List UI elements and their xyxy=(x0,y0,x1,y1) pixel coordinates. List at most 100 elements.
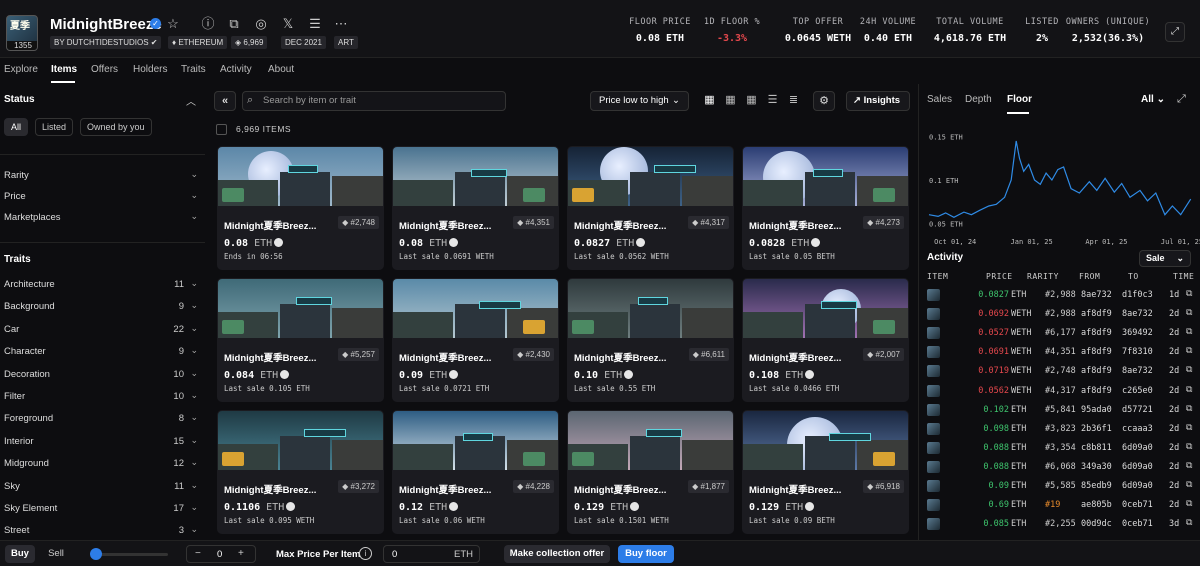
filter-price[interactable]: Price ⌄ xyxy=(4,190,198,202)
tab-items[interactable]: Items xyxy=(51,64,77,75)
status-option-2[interactable]: Owned by you xyxy=(80,118,152,136)
sale-from[interactable]: 95ada0 xyxy=(1081,405,1112,415)
sale-to[interactable]: 6d09a0 xyxy=(1122,481,1153,491)
sale-to[interactable]: 369492 xyxy=(1122,328,1153,338)
sweep-slider-track[interactable] xyxy=(92,553,168,556)
item-thumbnail[interactable] xyxy=(927,460,940,473)
activity-row[interactable]: 0.102 ETH #5,841 95ada0 d57721 2d ⧉ xyxy=(919,401,1200,420)
item-image[interactable] xyxy=(393,147,558,206)
sale-from[interactable]: 8ae732 xyxy=(1081,290,1112,300)
item-image[interactable] xyxy=(743,279,908,338)
tab-explore[interactable]: Explore xyxy=(4,64,38,75)
trait-character[interactable]: Character 9 ⌄ xyxy=(4,345,198,357)
trait-decoration[interactable]: Decoration 10 ⌄ xyxy=(4,368,198,380)
sale-to[interactable]: 8ae732 xyxy=(1122,366,1153,376)
filter-marketplaces[interactable]: Marketplaces ⌄ xyxy=(4,211,198,223)
info-icon[interactable]: ⓘ xyxy=(201,17,215,31)
collection-offer-button[interactable]: Make collection offer xyxy=(504,545,610,563)
item-thumbnail[interactable] xyxy=(927,327,940,340)
list-icon[interactable]: ☰ xyxy=(766,94,779,107)
sort-dropdown[interactable]: Price low to high ⌄ xyxy=(590,91,689,111)
buy-floor-button[interactable]: Buy floor xyxy=(618,545,674,563)
buy-tab[interactable]: Buy xyxy=(5,545,35,563)
expand-chart-icon[interactable]: ⤢ xyxy=(1177,93,1186,106)
item-thumbnail[interactable] xyxy=(927,365,940,378)
sale-from[interactable]: af8df9 xyxy=(1081,366,1112,376)
activity-row[interactable]: 0.0692 WETH #2,988 af8df9 8ae732 2d ⧉ xyxy=(919,305,1200,324)
item-card[interactable]: Midnight夏季Breez... ◆ #4,273 0.0828 ETH Last… xyxy=(742,146,909,270)
sweep-slider-handle[interactable] xyxy=(90,548,102,560)
tab-offers[interactable]: Offers xyxy=(91,64,118,75)
external-link-icon[interactable]: ⧉ xyxy=(1186,289,1192,299)
trait-foreground[interactable]: Foreground 8 ⌄ xyxy=(4,412,198,424)
item-card[interactable]: Midnight夏季Breez... ◆ #2,430 0.09 ETH Last s… xyxy=(392,278,559,402)
sale-to[interactable]: 6d09a0 xyxy=(1122,462,1153,472)
chart-tab-floor[interactable]: Floor xyxy=(1007,94,1032,105)
activity-row[interactable]: 0.09 ETH #5,585 85edb9 6d09a0 2d ⧉ xyxy=(919,477,1200,496)
grid-medium-icon[interactable]: ▦ xyxy=(724,94,737,107)
sale-from[interactable]: 85edb9 xyxy=(1081,481,1112,491)
item-image[interactable] xyxy=(218,279,383,338)
item-image[interactable] xyxy=(568,147,733,206)
select-all-checkbox[interactable] xyxy=(216,124,227,135)
info-icon[interactable]: i xyxy=(359,547,372,560)
sale-from[interactable]: 00d9dc xyxy=(1081,519,1112,529)
activity-row[interactable]: 0.0527 WETH #6,177 af8df9 369492 2d ⧉ xyxy=(919,324,1200,343)
sale-from[interactable]: af8df9 xyxy=(1081,386,1112,396)
activity-row[interactable]: 0.098 ETH #3,823 2b36f1 ccaaa3 2d ⧉ xyxy=(919,420,1200,439)
activity-row[interactable]: 0.69 ETH #19 ae805b 0ceb71 2d ⧉ xyxy=(919,496,1200,515)
opensea-menu-icon[interactable]: ☰ xyxy=(308,17,322,31)
trait-background[interactable]: Background 9 ⌄ xyxy=(4,300,198,312)
item-image[interactable] xyxy=(743,147,908,206)
globe-icon[interactable]: ◎ xyxy=(254,17,268,31)
external-link-icon[interactable]: ⧉ xyxy=(1186,518,1192,528)
trait-architecture[interactable]: Architecture 11 ⌄ xyxy=(4,278,198,290)
sell-tab[interactable]: Sell xyxy=(40,545,72,563)
sale-to[interactable]: d1f0c3 xyxy=(1122,290,1153,300)
external-link-icon[interactable]: ⧉ xyxy=(1186,461,1192,471)
sale-from[interactable]: 2b36f1 xyxy=(1081,424,1112,434)
item-image[interactable] xyxy=(393,279,558,338)
external-link-icon[interactable]: ⧉ xyxy=(1186,499,1192,509)
status-option-0[interactable]: All xyxy=(4,118,29,136)
external-link-icon[interactable]: ⧉ xyxy=(1186,423,1192,433)
item-thumbnail[interactable] xyxy=(927,518,940,531)
item-card[interactable]: Midnight夏季Breez... ◆ #6,611 0.10 ETH Last s… xyxy=(567,278,734,402)
item-thumbnail[interactable] xyxy=(927,441,940,454)
item-thumbnail[interactable] xyxy=(927,403,940,416)
settings-gear-icon[interactable]: ⚙ xyxy=(813,91,835,111)
item-card[interactable]: Midnight夏季Breez... ◆ #4,317 0.0827 ETH Last… xyxy=(567,146,734,270)
search-input[interactable]: Search by item or trait xyxy=(242,91,506,111)
sale-to[interactable]: 0ceb71 xyxy=(1122,500,1153,510)
item-thumbnail[interactable] xyxy=(927,499,940,512)
item-image[interactable] xyxy=(218,411,383,470)
collection-avatar[interactable]: 夏季 1355 xyxy=(6,15,38,51)
activity-row[interactable]: 0.088 ETH #3,354 c8b811 6d09a0 2d ⧉ xyxy=(919,439,1200,458)
status-option-1[interactable]: Listed xyxy=(35,118,74,136)
activity-row[interactable]: 0.0719 WETH #2,748 af8df9 8ae732 2d ⧉ xyxy=(919,362,1200,381)
activity-row[interactable]: 0.0827 ETH #2,988 8ae732 d1f0c3 1d ⧉ xyxy=(919,286,1200,305)
trait-car[interactable]: Car 22 ⌄ xyxy=(4,323,198,335)
sale-to[interactable]: 0ceb71 xyxy=(1122,519,1153,529)
trait-sky-element[interactable]: Sky Element 17 ⌄ xyxy=(4,502,198,514)
sale-to[interactable]: d57721 xyxy=(1122,405,1153,415)
item-card[interactable]: Midnight夏季Breez... ◆ #2,748 0.08 ETH Ends i… xyxy=(217,146,384,270)
collapse-sidebar-button[interactable]: « xyxy=(214,91,236,111)
range-dropdown[interactable]: All ⌄ xyxy=(1141,94,1165,105)
item-card[interactable]: Midnight夏季Breez... ◆ #1,877 0.129 ETH Last … xyxy=(567,410,734,534)
activity-filter-dropdown[interactable]: Sale ⌄ xyxy=(1139,250,1191,267)
item-image[interactable] xyxy=(568,279,733,338)
collapse-status-icon[interactable]: ︿ xyxy=(186,93,196,108)
copy-icon[interactable]: ⧉ xyxy=(227,17,241,31)
trait-sky[interactable]: Sky 11 ⌄ xyxy=(4,480,198,492)
external-link-icon[interactable]: ⧉ xyxy=(1186,480,1192,490)
minus-button[interactable]: − xyxy=(195,548,201,559)
sale-to[interactable]: 6d09a0 xyxy=(1122,443,1153,453)
sale-from[interactable]: 349a30 xyxy=(1081,462,1112,472)
trait-filter[interactable]: Filter 10 ⌄ xyxy=(4,390,198,402)
external-link-icon[interactable]: ⧉ xyxy=(1186,346,1192,356)
activity-row[interactable]: 0.085 ETH #2,255 00d9dc 0ceb71 3d ⧉ xyxy=(919,515,1200,534)
item-thumbnail[interactable] xyxy=(927,384,940,397)
grid-large-icon[interactable]: ▦ xyxy=(703,94,716,107)
chart-tab-sales[interactable]: Sales xyxy=(927,94,952,105)
